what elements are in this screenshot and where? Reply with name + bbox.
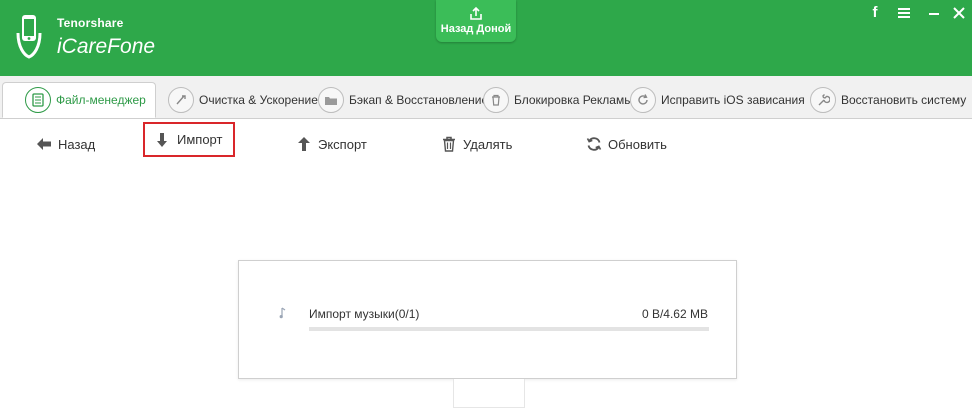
folder-icon bbox=[318, 87, 344, 113]
brand-name: iCareFone bbox=[57, 35, 156, 58]
music-note-icon bbox=[279, 307, 286, 319]
refresh-icon bbox=[630, 87, 656, 113]
panel-footer-tab bbox=[453, 379, 525, 408]
export-arrow-icon bbox=[298, 137, 310, 151]
refresh-button-label: Обновить bbox=[608, 136, 667, 152]
import-progress-bar bbox=[309, 327, 709, 331]
import-button-label: Импорт bbox=[177, 132, 223, 147]
tab-label: Очистка & Ускорение bbox=[199, 93, 318, 107]
minimize-icon[interactable] bbox=[925, 4, 943, 22]
home-button-label: Назад Доной bbox=[440, 23, 512, 35]
tab-cleanup[interactable]: Очистка & Ускорение bbox=[168, 83, 318, 117]
tab-bar: Файл-менеджер Очистка & Ускорение Бэкап … bbox=[0, 76, 972, 119]
tab-fix-ios[interactable]: Исправить iOS зависания bbox=[630, 83, 805, 117]
refresh-button[interactable]: Обновить bbox=[586, 127, 667, 161]
file-manager-icon bbox=[25, 87, 51, 113]
delete-button[interactable]: Удалять bbox=[441, 127, 512, 161]
wrench-icon bbox=[810, 87, 836, 113]
close-icon[interactable] bbox=[950, 4, 968, 22]
back-arrow-icon bbox=[37, 138, 51, 150]
back-button-label: Назад bbox=[58, 136, 96, 152]
export-button-label: Экспорт bbox=[318, 136, 367, 152]
back-button[interactable]: Назад bbox=[36, 127, 95, 161]
rocket-icon bbox=[168, 87, 194, 113]
home-button[interactable]: Назад Доной bbox=[436, 0, 516, 42]
facebook-icon[interactable]: f bbox=[866, 4, 884, 22]
tab-file-manager[interactable]: Файл-менеджер bbox=[2, 82, 156, 118]
tab-backup[interactable]: Бэкап & Восстановление bbox=[318, 83, 488, 117]
import-button[interactable]: Импорт bbox=[143, 122, 235, 157]
tab-label: Исправить iOS зависания bbox=[661, 93, 805, 107]
app-header: Tenorshare iCareFone Назад Доной f bbox=[0, 0, 972, 76]
import-task-size: 0 B/4.62 MB bbox=[641, 307, 708, 321]
tab-restore-system[interactable]: Восстановить систему bbox=[810, 83, 966, 117]
import-task-label: Импорт музыки(0/1) bbox=[309, 307, 420, 321]
phone-logo-icon bbox=[16, 15, 42, 59]
export-button[interactable]: Экспорт bbox=[296, 127, 367, 161]
delete-trash-icon bbox=[443, 136, 455, 152]
delete-button-label: Удалять bbox=[463, 136, 513, 152]
import-arrow-icon bbox=[157, 132, 167, 147]
trash-icon bbox=[483, 87, 509, 113]
refresh-arrows-icon bbox=[586, 137, 602, 151]
menu-icon[interactable] bbox=[895, 4, 913, 22]
home-return-icon bbox=[470, 6, 482, 20]
brand-vendor: Tenorshare bbox=[57, 16, 124, 30]
tab-label: Восстановить систему bbox=[841, 93, 967, 107]
import-progress-panel: Импорт музыки(0/1) 0 B/4.62 MB bbox=[238, 260, 737, 379]
tab-label: Бэкап & Восстановление bbox=[349, 93, 489, 107]
tab-label: Файл-менеджер bbox=[56, 93, 146, 107]
tab-label: Блокировка Рекламы bbox=[514, 93, 633, 107]
tab-adblock[interactable]: Блокировка Рекламы bbox=[483, 83, 633, 117]
